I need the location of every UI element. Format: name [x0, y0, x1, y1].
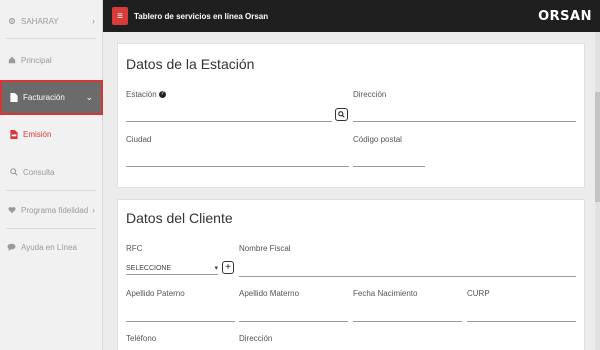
station-input[interactable] — [126, 121, 332, 122]
station-title: Datos de la Estación — [126, 56, 255, 72]
sidebar-item-emision[interactable]: Emisión — [0, 119, 103, 149]
station-card: Datos de la Estación Estación? Dirección… — [117, 43, 585, 188]
rfc-label: RFC — [126, 244, 143, 253]
city-input[interactable] — [126, 166, 349, 167]
search-icon — [9, 168, 18, 177]
sidebar-item-label: SAHARAY — [21, 16, 59, 26]
divider — [6, 190, 96, 191]
birth-date-label: Fecha Nacimiento — [353, 289, 418, 298]
add-rfc-button[interactable]: + — [222, 261, 234, 274]
sidebar-item-label: Facturación — [23, 93, 65, 102]
chevron-right-icon: › — [92, 16, 95, 26]
phone-label: Teléfono — [126, 334, 157, 343]
paternal-surname-input[interactable] — [126, 321, 235, 322]
document-icon — [9, 93, 18, 102]
sidebar-item-user[interactable]: SAHARAY › — [0, 6, 103, 36]
sidebar-item-label: Programa fidelidad — [21, 205, 89, 215]
help-icon[interactable]: ? — [158, 91, 166, 99]
maternal-surname-label: Apellido Materno — [239, 289, 300, 298]
home-icon — [7, 56, 16, 65]
rfc-select[interactable]: SELECCIONE ▾ — [126, 262, 218, 275]
curp-label: CURP — [467, 289, 490, 298]
gear-icon — [7, 17, 16, 26]
chevron-down-icon: ⌄ — [85, 92, 93, 102]
station-address-input[interactable] — [353, 121, 576, 122]
scrollbar[interactable] — [595, 32, 600, 350]
station-search-button[interactable] — [335, 108, 348, 121]
divider — [6, 228, 96, 229]
city-label: Ciudad — [126, 135, 152, 144]
divider — [6, 38, 96, 39]
birth-date-input[interactable] — [353, 321, 462, 322]
scrollbar-thumb[interactable] — [595, 92, 600, 202]
fiscal-name-input[interactable] — [239, 276, 576, 277]
station-address-label: Dirección — [353, 90, 387, 99]
pdf-icon — [9, 129, 18, 139]
sidebar: SAHARAY › Principal Facturación ⌄ Emisió… — [0, 0, 103, 350]
chat-icon — [7, 243, 16, 252]
brand-logo: ORSAN — [538, 9, 592, 24]
sidebar-item-label: Emisión — [23, 129, 52, 139]
sidebar-item-consulta[interactable]: Consulta — [0, 157, 103, 187]
paternal-surname-label: Apellido Paterno — [126, 289, 185, 298]
sidebar-item-label: Principal — [21, 55, 52, 65]
sidebar-item-principal[interactable]: Principal — [0, 45, 103, 75]
sidebar-item-label: Consulta — [23, 167, 55, 177]
search-icon — [338, 111, 345, 118]
hamburger-icon: ≡ — [117, 10, 123, 22]
fiscal-name-label: Nombre Fiscal — [239, 244, 291, 253]
postal-code-label: Código postal — [353, 135, 402, 144]
sidebar-item-fidelidad[interactable]: Programa fidelidad › — [0, 195, 103, 225]
sidebar-item-facturacion[interactable]: Facturación ⌄ — [0, 80, 103, 115]
sidebar-item-ayuda[interactable]: Ayuda en Línea — [0, 232, 103, 262]
client-card: Datos del Cliente RFC SELECCIONE ▾ + Nom… — [117, 199, 585, 350]
client-title: Datos del Cliente — [126, 210, 233, 226]
sidebar-item-label: Ayuda en Línea — [21, 242, 77, 252]
station-label: Estación? — [126, 90, 166, 99]
postal-code-input[interactable] — [353, 166, 425, 167]
chevron-down-icon: ▾ — [214, 265, 218, 272]
top-bar: ≡ Tablero de servicios en línea Orsan OR… — [103, 0, 600, 32]
rfc-select-value: SELECCIONE — [126, 264, 172, 272]
maternal-surname-input[interactable] — [239, 321, 348, 322]
curp-input[interactable] — [467, 321, 576, 322]
chevron-right-icon: › — [92, 205, 95, 215]
client-address-label: Dirección — [239, 334, 273, 343]
heart-icon — [7, 206, 16, 215]
page-title: Tablero de servicios en línea Orsan — [134, 11, 269, 21]
menu-button[interactable]: ≡ — [112, 7, 128, 25]
main-content: Datos de la Estación Estación? Dirección… — [103, 32, 600, 350]
plus-icon: + — [225, 262, 231, 273]
